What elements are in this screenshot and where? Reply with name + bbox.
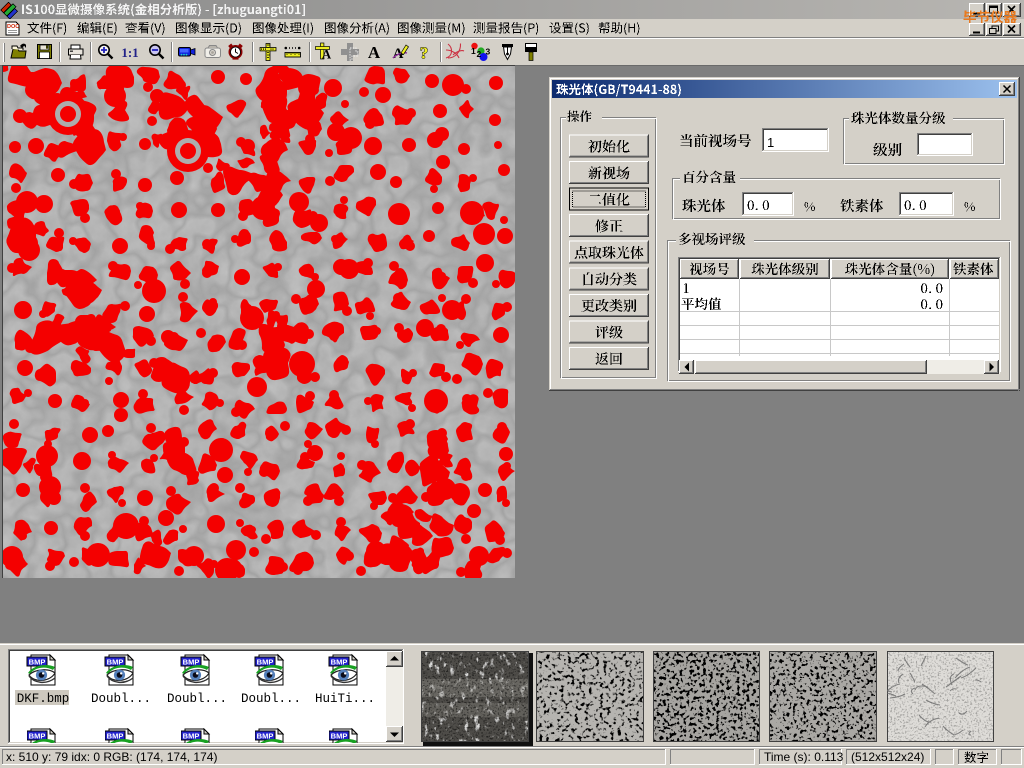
svg-text:Doubl...: Doubl... xyxy=(241,692,301,706)
svg-text:HuiTi...: HuiTi... xyxy=(315,692,375,706)
svg-text:DKF.bmp: DKF.bmp xyxy=(17,692,70,706)
svg-text:DOC: DOC xyxy=(7,24,19,30)
svg-text:A: A xyxy=(322,47,332,62)
svg-text:Doubl...: Doubl... xyxy=(167,692,227,706)
svg-text:x: 510 y: 79 idx: 0 RGB: (17: x: 510 y: 79 idx: 0 RGB: (174, 174, 174) xyxy=(6,750,217,764)
svg-text:1: 1 xyxy=(767,135,774,150)
svg-text:1: 1 xyxy=(471,46,476,56)
svg-text:3: 3 xyxy=(486,47,491,57)
svg-text:1:1: 1:1 xyxy=(121,45,138,60)
svg-text:?: ? xyxy=(420,44,429,63)
svg-text:2: 2 xyxy=(477,49,482,59)
svg-text:A: A xyxy=(368,43,381,62)
svg-text:Time (s): 0.113: Time (s): 0.113 xyxy=(764,750,844,764)
svg-text:Doubl...: Doubl... xyxy=(91,692,151,706)
svg-text:(512x512x24): (512x512x24) xyxy=(851,750,924,764)
